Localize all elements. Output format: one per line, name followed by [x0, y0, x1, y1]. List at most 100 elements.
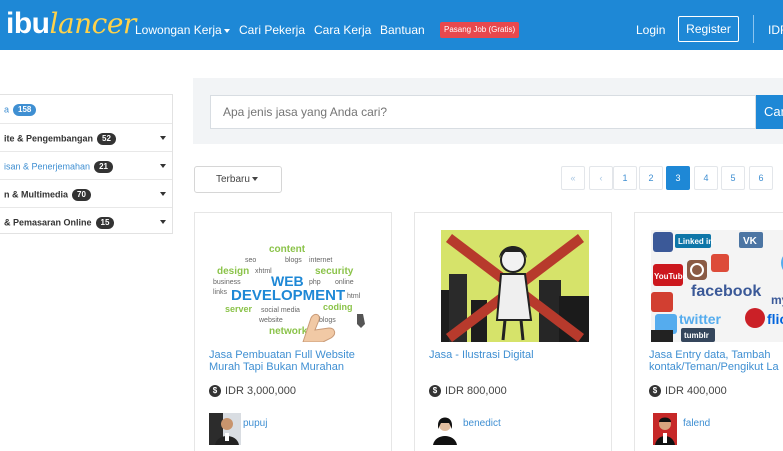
service-thumbnail[interactable]: Linked in VK YouTube facebook twitter fl…	[651, 230, 783, 342]
pagination-page[interactable]: 6	[749, 166, 773, 190]
caret-down-icon[interactable]	[160, 164, 166, 168]
word-cloud-word: business	[213, 279, 241, 286]
category-count-badge: 15	[95, 217, 115, 229]
word-cloud-word: design	[217, 266, 249, 277]
pagination-first[interactable]: «	[561, 166, 585, 190]
pagination-prev[interactable]: ‹	[589, 166, 613, 190]
logo-text: twitter	[679, 311, 722, 327]
pagination-page[interactable]: 1	[613, 166, 637, 190]
nav-lowongan-kerja[interactable]: Lowongan Kerja	[135, 23, 230, 37]
price-icon: $	[649, 385, 661, 398]
caret-down-icon[interactable]	[160, 192, 166, 196]
service-price: $ IDR 400,000	[649, 385, 727, 398]
category-sidebar: a 158 ite & Pengembangan 52 isan & Penerje…	[0, 94, 173, 234]
seller-avatar[interactable]	[209, 413, 241, 445]
word-cloud-word: network	[269, 326, 308, 337]
service-title[interactable]: Jasa - Ilustrasi Digital	[429, 349, 604, 361]
service-card[interactable]: content seo blogs internet design xhtml …	[194, 212, 392, 451]
caret-down-icon	[223, 28, 230, 33]
sort-dropdown[interactable]: Terbaru	[194, 166, 282, 193]
seller-name[interactable]: falend	[683, 418, 710, 429]
word-cloud-word: online	[335, 279, 354, 286]
word-cloud-word: security	[315, 266, 354, 277]
top-navbar: ibulancer Lowongan Kerja Cari Pekerja Ca…	[0, 0, 783, 50]
price-icon: $	[429, 385, 441, 398]
category-count-badge: 70	[72, 189, 91, 201]
nav-cari-pekerja[interactable]: Cari Pekerja	[239, 23, 305, 37]
word-cloud-word: blogs	[319, 317, 336, 324]
word-cloud-word: website	[258, 317, 283, 324]
brand-prefix: ibu	[6, 7, 50, 40]
brand-logo[interactable]: ibulancer	[6, 8, 136, 40]
service-price: $ IDR 3,000,000	[209, 385, 296, 398]
service-card[interactable]: Linked in VK YouTube facebook twitter fl…	[634, 212, 783, 451]
nav-bantuan[interactable]: Bantuan	[380, 23, 425, 37]
category-label: a	[4, 104, 10, 115]
word-cloud-word: blogs	[285, 257, 302, 264]
search-input[interactable]	[210, 95, 756, 129]
word-cloud-word: xhtml	[255, 268, 272, 275]
nav-divider	[753, 15, 754, 43]
logo-text: flickr	[767, 311, 783, 327]
search-panel: Cari	[193, 78, 783, 144]
pagination-page[interactable]: 4	[694, 166, 718, 190]
word-cloud-word: content	[269, 244, 306, 255]
web-development-word-cloud: content seo blogs internet design xhtml …	[211, 230, 371, 342]
logo-text: YouTube	[654, 272, 688, 281]
page: ibulancer Lowongan Kerja Cari Pekerja Ca…	[0, 0, 783, 451]
login-link[interactable]: Login	[636, 23, 665, 37]
category-item[interactable]: isan & Penerjemahan 21	[0, 151, 172, 179]
post-job-button[interactable]: Pasang Job (Gratis)	[440, 22, 520, 38]
logo-text: facebook	[691, 283, 761, 300]
service-thumbnail[interactable]: content seo blogs internet design xhtml …	[211, 230, 371, 342]
search-button[interactable]: Cari	[756, 95, 783, 129]
logo-text: Linked in	[678, 237, 713, 246]
social-media-collage-image: Linked in VK YouTube facebook twitter fl…	[651, 230, 783, 342]
logo-text: VK	[743, 236, 758, 247]
service-title[interactable]: Jasa Entry data, Tambah kontak/Teman/Pen…	[649, 349, 783, 373]
seller-name[interactable]: benedict	[463, 418, 501, 429]
category-item[interactable]: ite & Pengembangan 52	[0, 123, 172, 151]
word-cloud-word: php	[309, 279, 321, 286]
register-button[interactable]: Register	[678, 16, 739, 42]
price-icon: $	[209, 385, 221, 398]
category-label: n & Multimedia	[4, 189, 69, 200]
word-cloud-word: social media	[261, 307, 300, 314]
service-card[interactable]: Jasa - Ilustrasi Digital $ IDR 800,000 be…	[414, 212, 612, 451]
caret-down-icon[interactable]	[160, 220, 166, 224]
caret-down-icon	[251, 177, 258, 182]
caret-down-icon[interactable]	[160, 136, 166, 140]
word-cloud-word: coding	[323, 302, 353, 312]
word-cloud-word: html	[347, 293, 361, 300]
price-value: IDR 800,000	[445, 385, 507, 397]
word-cloud-word: seo	[245, 257, 256, 264]
word-cloud-word: links	[213, 289, 228, 296]
category-count-badge: 52	[97, 133, 116, 145]
pagination-page-active[interactable]: 3	[666, 166, 690, 190]
seller-avatar[interactable]	[649, 413, 681, 445]
seller-name[interactable]: pupuj	[243, 418, 267, 429]
category-item[interactable]: n & Multimedia 70	[0, 179, 172, 207]
seller-avatar[interactable]	[429, 413, 461, 445]
pagination-page[interactable]: 2	[639, 166, 663, 190]
word-cloud-word: internet	[309, 257, 332, 264]
logo-text: tumblr	[684, 331, 709, 340]
word-cloud-word: server	[225, 304, 253, 314]
logo-text: my	[771, 293, 783, 307]
service-price: $ IDR 800,000	[429, 385, 507, 398]
currency-selector[interactable]: IDR	[768, 23, 783, 37]
nav-label: Lowongan Kerja	[135, 23, 222, 37]
price-value: IDR 3,000,000	[225, 385, 296, 397]
nav-cara-kerja[interactable]: Cara Kerja	[314, 23, 371, 37]
pagination-page[interactable]: 5	[721, 166, 745, 190]
category-label: & Pemasaran Online	[4, 217, 92, 228]
brand-suffix: lancer	[49, 7, 137, 40]
category-item[interactable]: a 158	[0, 95, 172, 123]
category-item[interactable]: & Pemasaran Online 15	[0, 207, 172, 235]
category-label: ite & Pengembangan	[4, 133, 94, 144]
category-count-badge: 21	[94, 161, 113, 173]
service-thumbnail[interactable]	[441, 230, 589, 342]
category-label: isan & Penerjemahan	[4, 161, 91, 172]
sort-label: Terbaru	[216, 174, 250, 185]
service-title[interactable]: Jasa Pembuatan Full Website Murah Tapi B…	[209, 349, 384, 373]
